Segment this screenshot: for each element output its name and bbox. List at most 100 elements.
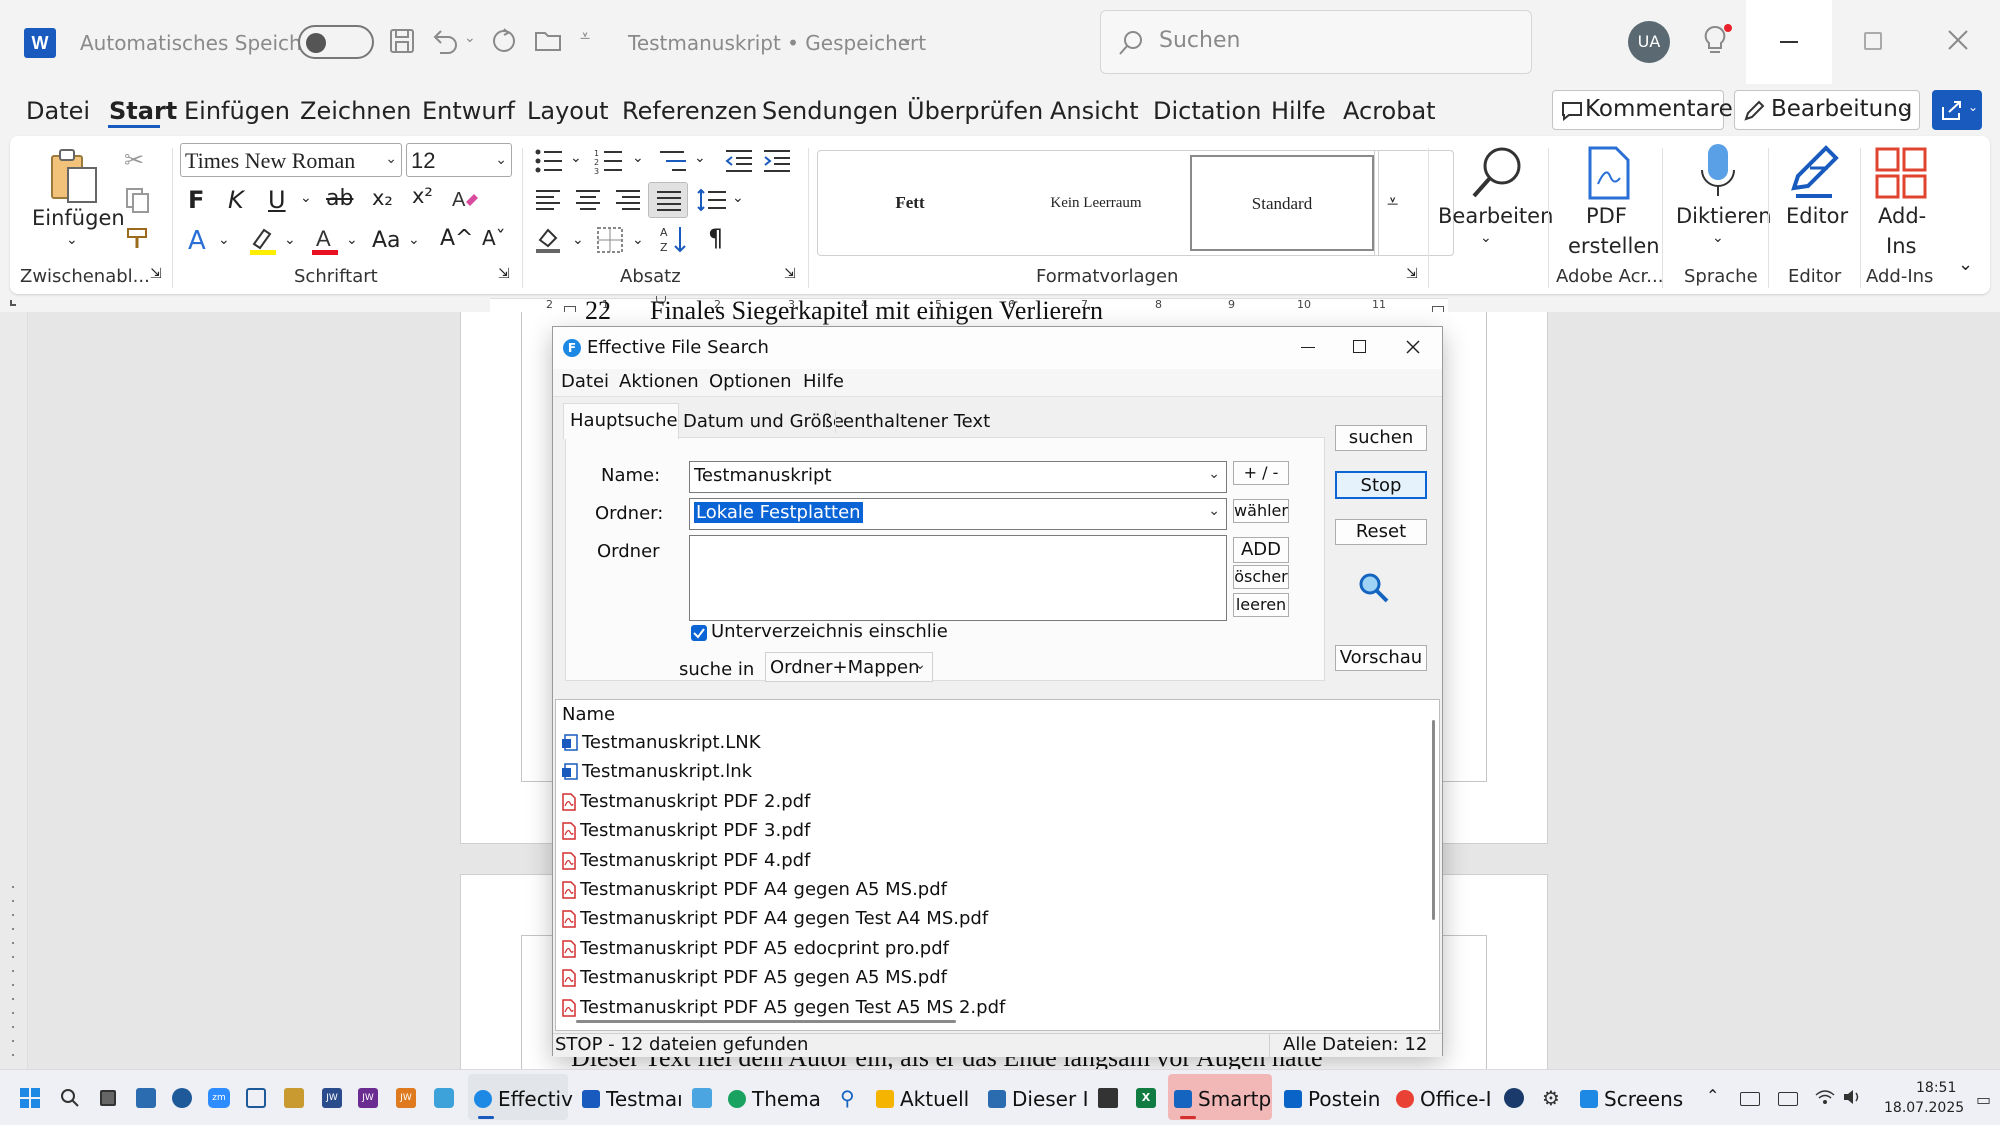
tab-selector[interactable] xyxy=(10,300,16,306)
tab-dictation[interactable]: Dictation xyxy=(1153,97,1261,125)
jw-orange-icon[interactable]: JW xyxy=(396,1088,416,1108)
result-row[interactable]: Testmanuskript.lnk xyxy=(562,761,752,790)
justify-button[interactable] xyxy=(648,182,688,218)
tab-datei[interactable]: Datei xyxy=(26,97,90,125)
format-painter-icon[interactable] xyxy=(124,226,152,252)
pinned-app-icon[interactable] xyxy=(172,1088,192,1108)
dialog-menu-hilfe[interactable]: Hilfe xyxy=(803,371,844,392)
show-formatting-marks-button[interactable]: ¶ xyxy=(708,224,723,252)
tab-layout[interactable]: Layout xyxy=(527,97,609,125)
clear-folders-button[interactable]: leeren xyxy=(1233,593,1289,617)
shading-dropdown-icon[interactable]: ⌄ xyxy=(572,232,584,248)
editing-mode-button[interactable]: Bearbeitung ⌄ xyxy=(1734,90,1920,130)
pinned-app-icon[interactable] xyxy=(1504,1088,1524,1108)
reset-button[interactable]: Reset xyxy=(1335,519,1427,545)
tab-hilfe[interactable]: Hilfe xyxy=(1271,97,1326,125)
notifications-icon[interactable]: ▭ xyxy=(1976,1090,1991,1109)
paragraph-dialog-launcher-icon[interactable]: ⇲ xyxy=(784,266,796,282)
clipboard-dialog-launcher-icon[interactable]: ⇲ xyxy=(150,266,162,282)
minimize-button[interactable] xyxy=(1746,0,1832,84)
borders-dropdown-icon[interactable]: ⌄ xyxy=(632,232,644,248)
document-title[interactable]: Testmanuskript • Gespeichert xyxy=(628,31,926,55)
subdirs-label[interactable]: Unterverzeichnis einschlie xyxy=(711,621,948,642)
italic-button[interactable]: K xyxy=(228,186,244,214)
style-fett[interactable]: Fett xyxy=(818,151,1002,255)
undo-dropdown-icon[interactable]: ⌄ xyxy=(464,30,476,46)
paste-label[interactable]: Einfügen xyxy=(32,206,125,230)
task-view-icon[interactable] xyxy=(100,1090,116,1106)
dialog-menu-aktionen[interactable]: Aktionen xyxy=(619,371,699,392)
bold-button[interactable]: F xyxy=(188,186,204,214)
edit-label[interactable]: Bearbeiten xyxy=(1438,204,1553,228)
vertical-scrollbar[interactable] xyxy=(1432,720,1435,920)
start-icon[interactable] xyxy=(20,1088,40,1108)
plus-minus-button[interactable]: + / - xyxy=(1233,461,1289,485)
font-name-select[interactable]: Times New Roman ⌄ xyxy=(180,143,402,177)
create-pdf-icon[interactable] xyxy=(1586,146,1632,200)
font-color-dropdown-icon[interactable]: ⌄ xyxy=(346,232,358,248)
taskbar-app[interactable]: Postein xyxy=(1284,1087,1380,1111)
line-spacing-dropdown-icon[interactable]: ⌄ xyxy=(732,190,744,206)
tab-referenzen[interactable]: Referenzen xyxy=(622,97,757,125)
pinned-app-icon[interactable] xyxy=(692,1088,712,1108)
numbering-dropdown-icon[interactable]: ⌄ xyxy=(632,150,644,166)
folder-select[interactable]: Lokale Festplatten ⌄ xyxy=(689,498,1227,530)
result-row[interactable]: Testmanuskript PDF A4 gegen Test A4 MS.p… xyxy=(562,908,988,937)
copy-icon[interactable] xyxy=(124,186,152,214)
share-button[interactable]: ⌄ xyxy=(1932,90,1982,130)
collapse-ribbon-icon[interactable]: ⌄ xyxy=(1958,254,1973,275)
dialog-title-bar[interactable]: F Effective File Search xyxy=(553,327,1442,369)
multilevel-dropdown-icon[interactable]: ⌄ xyxy=(694,150,706,166)
styles-more-button[interactable]: ⩡ xyxy=(1378,150,1454,256)
folder-dropdown-icon[interactable]: ⌄ xyxy=(1208,503,1220,519)
increase-indent-icon[interactable] xyxy=(762,148,792,174)
paste-icon[interactable] xyxy=(46,146,102,206)
font-color-icon[interactable]: A xyxy=(310,226,340,256)
taskbar-app[interactable]: Aktuell xyxy=(876,1087,969,1111)
maps-icon[interactable]: ⚲ xyxy=(840,1086,855,1110)
add-ins-label-line2[interactable]: Ins xyxy=(1886,234,1916,258)
font-dialog-launcher-icon[interactable]: ⇲ xyxy=(498,266,510,282)
shrink-font-button[interactable]: Aˇ xyxy=(482,226,506,250)
search-input[interactable]: Suchen xyxy=(1100,10,1532,74)
jw-blue-icon[interactable]: JW xyxy=(322,1088,342,1108)
pinned-app-icon[interactable] xyxy=(136,1088,156,1108)
style-standard[interactable]: Standard xyxy=(1190,155,1374,251)
pinned-app-icon[interactable] xyxy=(434,1088,454,1108)
change-case-dropdown-icon[interactable]: ⌄ xyxy=(408,232,420,248)
dialog-close-icon[interactable] xyxy=(1405,339,1421,355)
multilevel-list-icon[interactable] xyxy=(658,148,688,174)
dialog-menu-optionen[interactable]: Optionen xyxy=(709,371,792,392)
style-kein-leerraum[interactable]: Kein Leerraum xyxy=(1004,151,1188,255)
decrease-indent-icon[interactable] xyxy=(724,148,754,174)
dictate-dropdown-icon[interactable]: ⌄ xyxy=(1712,230,1724,246)
results-column-name[interactable]: Name xyxy=(562,704,615,725)
styles-dialog-launcher-icon[interactable]: ⇲ xyxy=(1406,266,1418,282)
undo-icon[interactable] xyxy=(430,27,460,55)
tray-overflow-icon[interactable]: ⌃ xyxy=(1706,1086,1719,1105)
name-dropdown-icon[interactable]: ⌄ xyxy=(1208,466,1220,482)
open-folder-icon[interactable] xyxy=(534,29,564,53)
dialog-minimize-icon[interactable] xyxy=(1301,347,1315,348)
tab-zeichnen[interactable]: Zeichnen xyxy=(300,97,411,125)
pinned-app-icon[interactable] xyxy=(284,1088,304,1108)
taskbar-app[interactable]: Smartp xyxy=(1174,1087,1271,1111)
comments-button[interactable]: Kommentare xyxy=(1552,90,1733,130)
clear-formatting-icon[interactable]: A xyxy=(450,186,480,214)
customize-qat-icon[interactable]: ⩡ xyxy=(580,26,590,47)
editor-icon[interactable] xyxy=(1786,144,1842,200)
taskbar-app[interactable]: Dieser I xyxy=(988,1087,1088,1111)
align-right-icon[interactable] xyxy=(614,188,642,212)
paste-dropdown-icon[interactable]: ⌄ xyxy=(66,232,78,248)
result-row[interactable]: Testmanuskript PDF 3.pdf xyxy=(562,820,810,849)
align-left-icon[interactable] xyxy=(534,188,562,212)
keyboard-icon[interactable] xyxy=(1740,1092,1760,1106)
lightbulb-icon[interactable] xyxy=(1702,24,1732,58)
find-icon[interactable] xyxy=(1468,144,1526,202)
underline-button[interactable]: U xyxy=(268,186,286,214)
borders-icon[interactable] xyxy=(596,226,624,254)
taskbar-app[interactable]: Effectiv xyxy=(474,1087,573,1111)
dialog-menu-datei[interactable]: Datei xyxy=(561,371,609,392)
strikethrough-button[interactable]: ab xyxy=(326,186,353,211)
preview-button[interactable]: Vorschau xyxy=(1335,645,1427,671)
